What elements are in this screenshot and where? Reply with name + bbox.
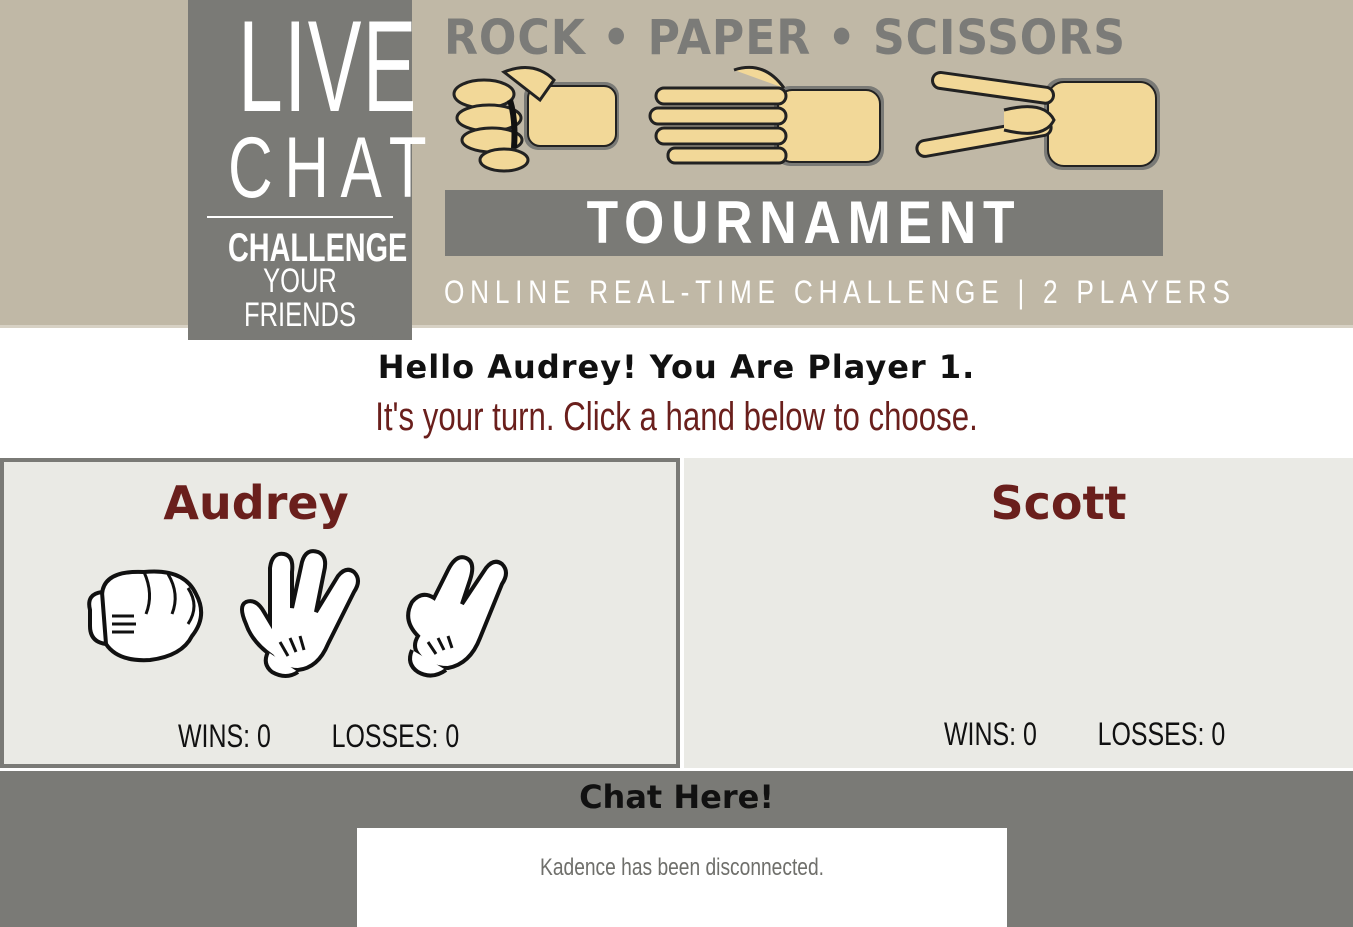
logo-chat-text: CHAT — [228, 120, 439, 216]
banner-subtitle: ONLINE REAL-TIME CHALLENGE | 2 PLAYERS — [444, 274, 1236, 310]
player2-wins: WINS: 0 — [944, 716, 1037, 752]
turn-instruction: It's your turn. Click a hand below to ch… — [375, 395, 978, 439]
paper-glove-icon[interactable] — [232, 546, 372, 686]
player1-panel: Audrey WINS: 0 LOSSES: 0 — [0, 458, 680, 768]
ribbon-divider — [207, 216, 393, 218]
banner-hands — [452, 65, 1160, 173]
player2-stats: WINS: 0 LOSSES: 0 — [944, 716, 1225, 753]
banner-scissors-hand-icon — [915, 70, 1160, 170]
logo-live-text: LIVE — [238, 0, 418, 139]
player1-name: Audrey — [163, 476, 349, 530]
rps-title: ROCK • PAPER • SCISSORS — [444, 10, 1126, 66]
tournament-text: TOURNAMENT — [586, 189, 1022, 256]
player1-stats: WINS: 0 LOSSES: 0 — [178, 718, 459, 755]
player1-wins: WINS: 0 — [178, 718, 271, 754]
rock-glove-icon[interactable] — [84, 564, 210, 668]
player2-name: Scott — [990, 476, 1127, 530]
banner-rock-hand-icon — [452, 66, 619, 173]
chat-title: Chat Here! — [579, 778, 774, 816]
logo-friends-text: YOUR FRIENDS — [244, 262, 356, 334]
chat-log[interactable]: Kadence has been disconnected. — [357, 828, 1007, 927]
player2-panel: Scott WINS: 0 LOSSES: 0 — [684, 458, 1353, 768]
player-greeting: Hello Audrey! You Are Player 1. — [377, 348, 976, 386]
chat-message: Kadence has been disconnected. — [540, 854, 824, 881]
banner-paper-hand-icon — [648, 65, 884, 166]
scissors-glove-icon[interactable] — [398, 546, 514, 686]
player2-losses: LOSSES: 0 — [1097, 716, 1226, 752]
player1-losses: LOSSES: 0 — [331, 718, 460, 754]
